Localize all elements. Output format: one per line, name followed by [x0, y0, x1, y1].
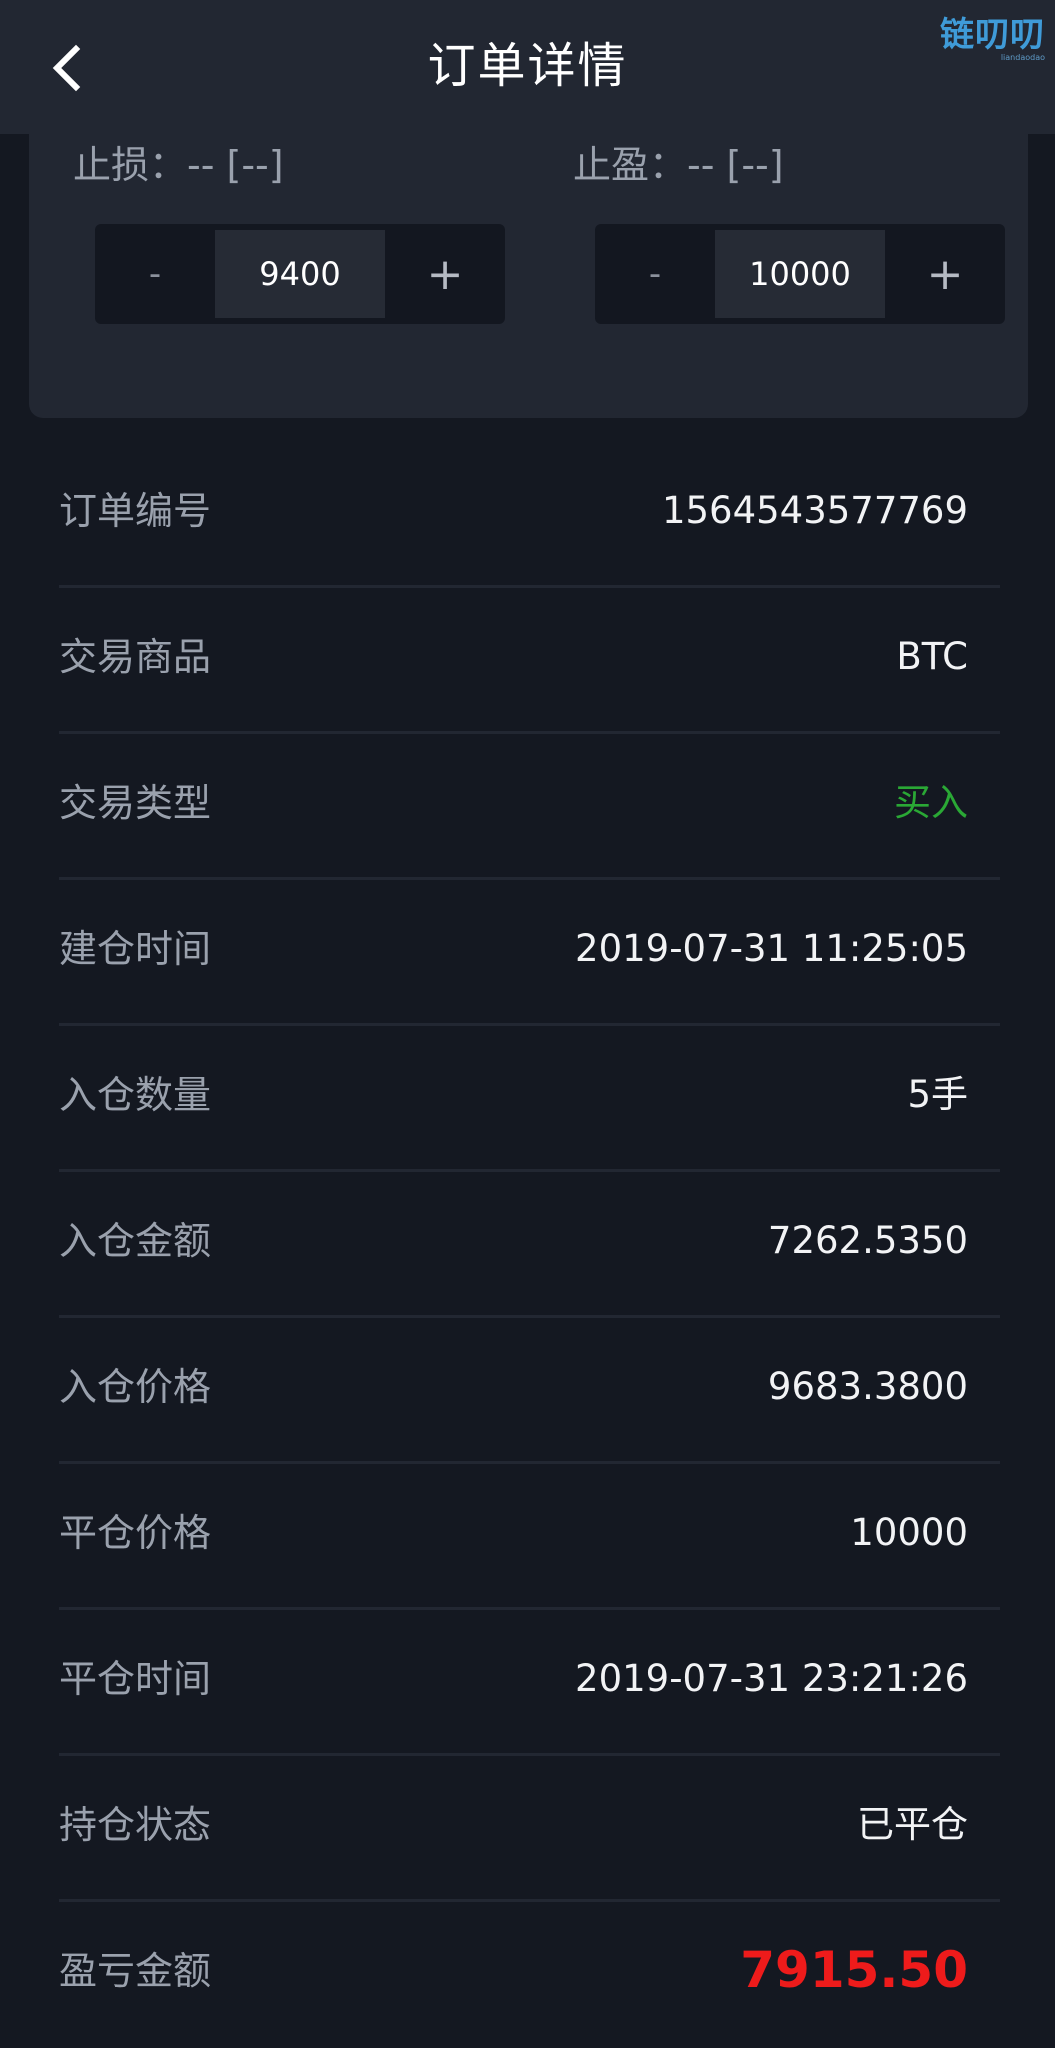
- row-profit-loss: 盈亏金额 7915.50: [59, 1902, 1000, 2048]
- position-status-value: 已平仓: [857, 1803, 968, 1846]
- row-open-time: 建仓时间 2019-07-31 11:25:05: [59, 880, 1000, 1026]
- row-close-time: 平仓时间 2019-07-31 23:21:26: [59, 1610, 1000, 1756]
- take-profit-stepper: - 10000 +: [595, 224, 1005, 324]
- order-detail-page: 订单详情 链叨叨 liandaodao 止损：-- [--] - 9400 + …: [0, 0, 1055, 2048]
- watermark-text: 链叨叨: [940, 15, 1045, 55]
- take-profit-value[interactable]: 10000: [715, 230, 885, 318]
- profit-loss-value: 7915.50: [740, 1941, 968, 1999]
- open-price-value: 9683.3800: [767, 1365, 968, 1408]
- row-label: 建仓时间: [59, 927, 212, 971]
- row-label: 交易商品: [59, 635, 212, 679]
- row-label: 持仓状态: [59, 1803, 212, 1847]
- page-title: 订单详情: [427, 38, 628, 94]
- stop-loss-minus-button[interactable]: -: [95, 224, 215, 324]
- row-label: 盈亏金额: [59, 1949, 212, 1993]
- row-open-price: 入仓价格 9683.3800: [59, 1318, 1000, 1464]
- stop-loss-stepper: - 9400 +: [95, 224, 505, 324]
- row-open-amount: 入仓金额 7262.5350: [59, 1172, 1000, 1318]
- open-quantity-value: 5手: [907, 1073, 968, 1116]
- take-profit-minus-button[interactable]: -: [595, 224, 715, 324]
- stop-loss-plus-button[interactable]: +: [385, 224, 505, 324]
- row-close-price: 平仓价格 10000: [59, 1464, 1000, 1610]
- row-label: 订单编号: [59, 489, 212, 533]
- stop-settings-panel: 止损：-- [--] - 9400 + 止盈：-- [--] - 10000 +: [29, 100, 1028, 418]
- row-label: 平仓时间: [59, 1657, 212, 1701]
- watermark-subtext: liandaodao: [1000, 53, 1045, 62]
- order-number-value: 1564543577769: [661, 489, 968, 532]
- row-label: 入仓价格: [59, 1365, 212, 1409]
- row-trade-product: 交易商品 BTC: [59, 588, 1000, 734]
- take-profit-plus-button[interactable]: +: [885, 224, 1005, 324]
- row-label: 入仓金额: [59, 1219, 212, 1263]
- row-label: 入仓数量: [59, 1073, 212, 1117]
- open-amount-value: 7262.5350: [767, 1219, 968, 1262]
- row-position-status: 持仓状态 已平仓: [59, 1756, 1000, 1902]
- close-price-value: 10000: [850, 1511, 968, 1554]
- trade-type-value: 买入: [894, 781, 968, 824]
- row-open-quantity: 入仓数量 5手: [59, 1026, 1000, 1172]
- take-profit-label: 止盈：-- [--]: [573, 143, 784, 187]
- open-time-value: 2019-07-31 11:25:05: [575, 927, 968, 970]
- row-label: 平仓价格: [59, 1511, 212, 1555]
- trade-product-value: BTC: [896, 635, 968, 678]
- row-order-number: 订单编号 1564543577769: [59, 442, 1000, 588]
- stop-loss-label: 止损：-- [--]: [73, 143, 284, 187]
- stop-loss-value[interactable]: 9400: [215, 230, 385, 318]
- row-label: 交易类型: [59, 781, 212, 825]
- app-header: 订单详情 链叨叨 liandaodao: [0, 0, 1055, 134]
- order-details-list: 订单编号 1564543577769 交易商品 BTC 交易类型 买入 建仓时间…: [0, 442, 1055, 2048]
- row-trade-type: 交易类型 买入: [59, 734, 1000, 880]
- watermark-logo: 链叨叨 liandaodao: [905, 16, 1045, 62]
- close-time-value: 2019-07-31 23:21:26: [575, 1657, 968, 1700]
